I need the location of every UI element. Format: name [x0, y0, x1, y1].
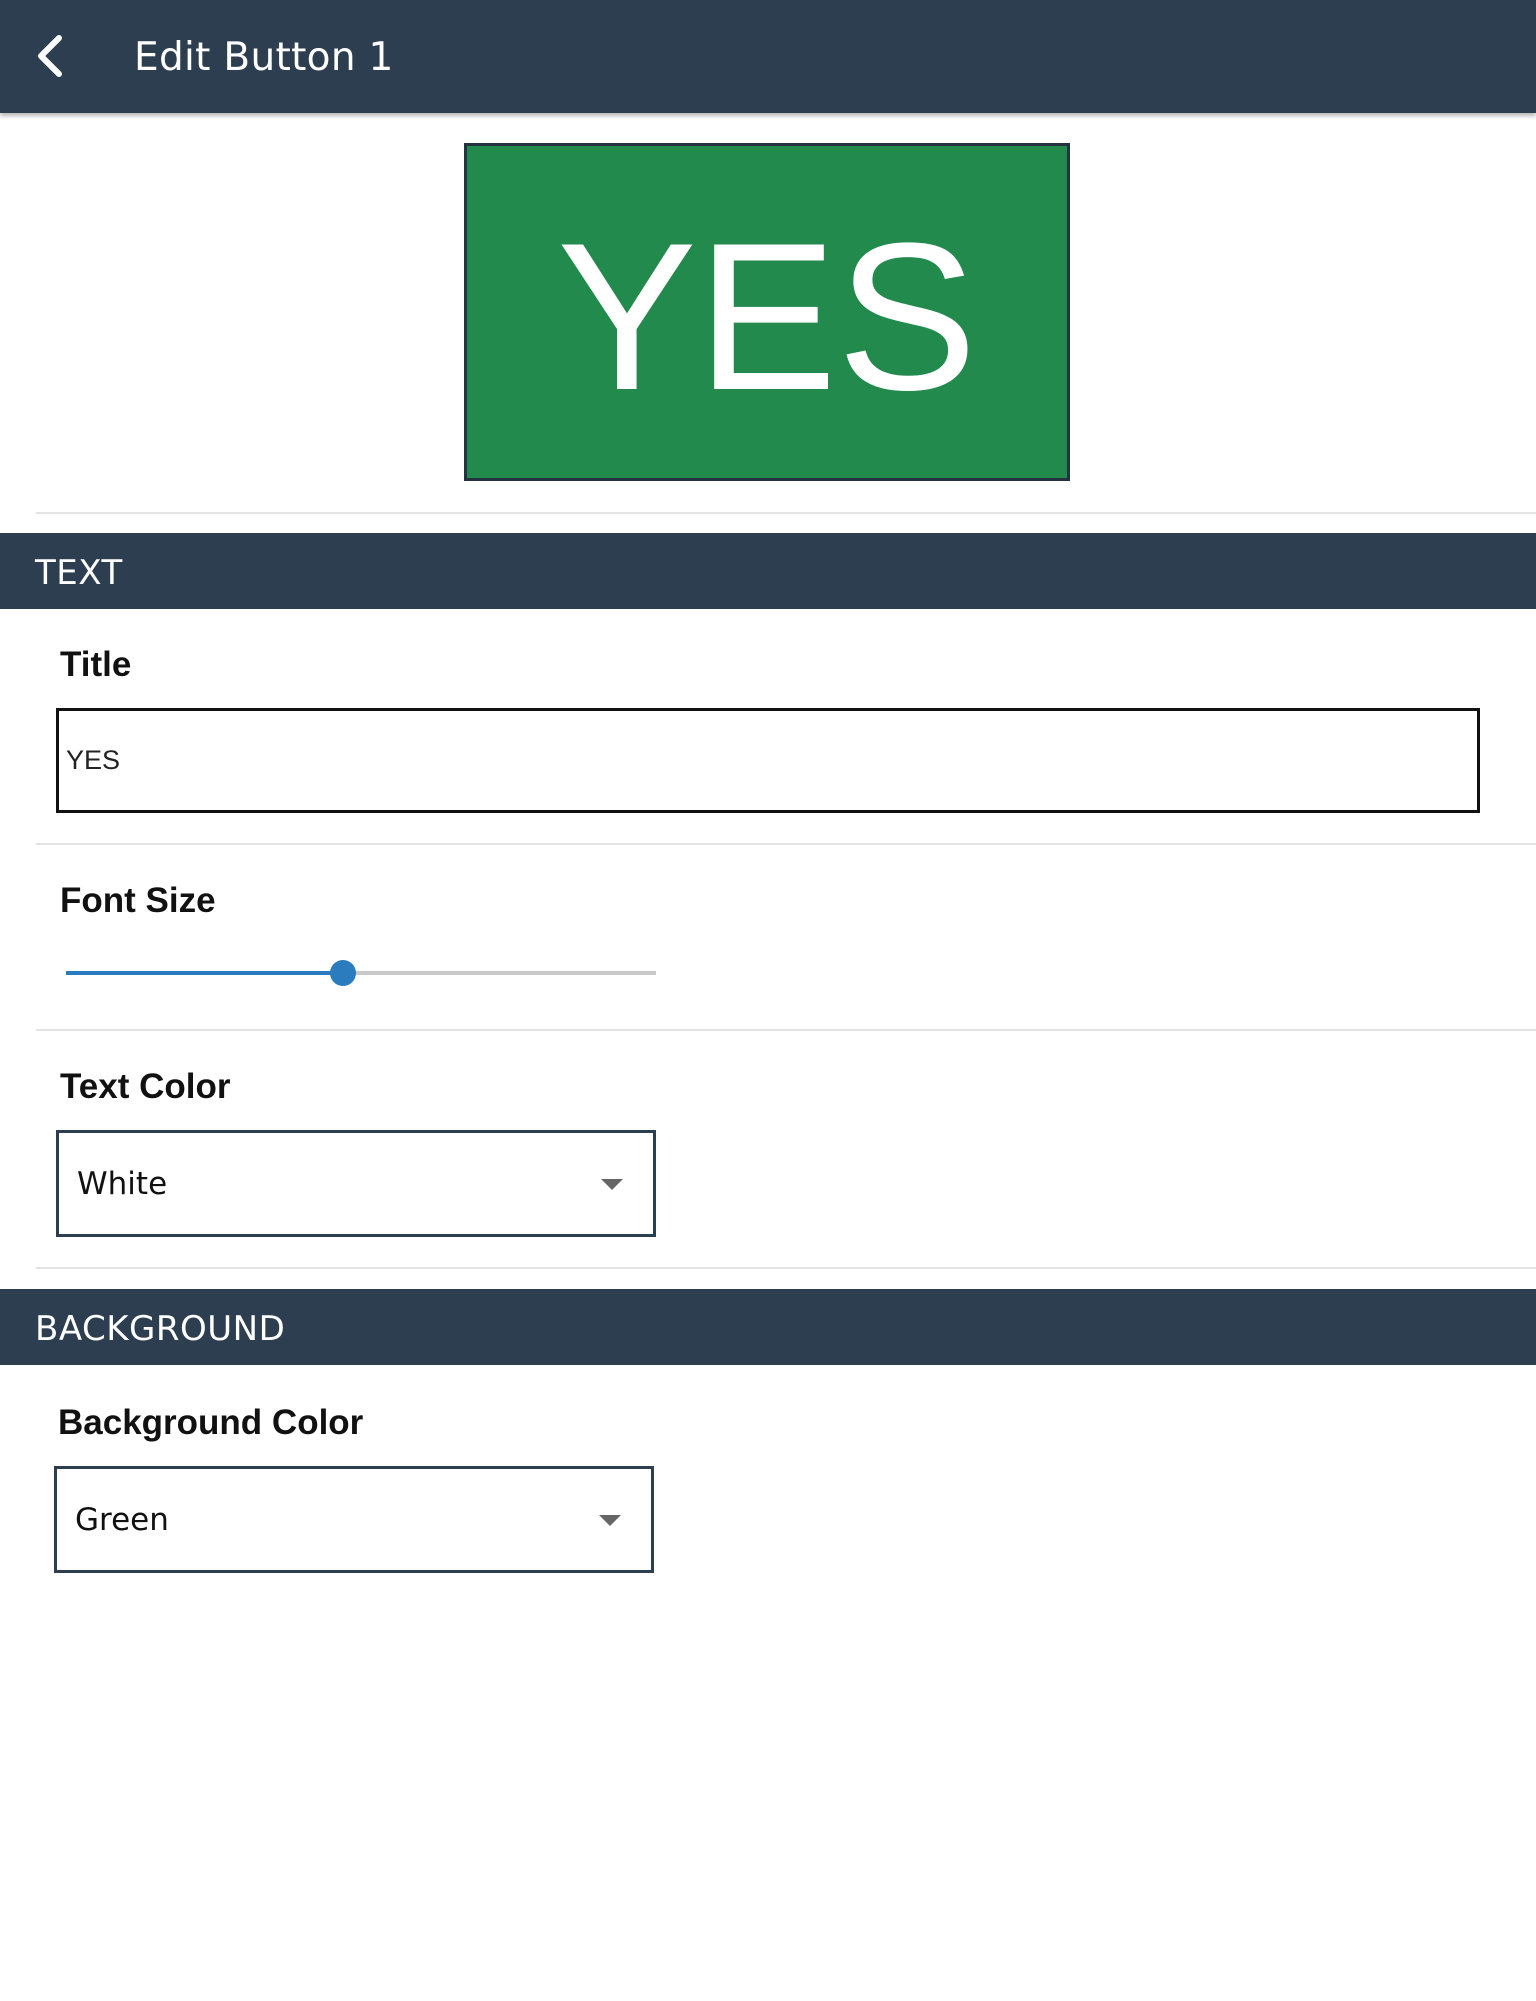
chevron-down-icon: [599, 1514, 621, 1526]
text-color-value: White: [77, 1165, 168, 1202]
divider: [36, 1029, 1536, 1031]
back-button[interactable]: [20, 22, 80, 90]
divider: [36, 512, 1536, 514]
section-header-label: BACKGROUND: [35, 1309, 286, 1349]
section-header-label: TEXT: [35, 553, 123, 593]
page-title: Edit Button 1: [134, 35, 394, 80]
section-header-background: BACKGROUND: [0, 1289, 1536, 1365]
chevron-down-icon: [601, 1178, 623, 1190]
text-color-select[interactable]: White: [56, 1130, 656, 1237]
background-color-select[interactable]: Green: [54, 1466, 654, 1573]
background-color-label: Background Color: [58, 1403, 364, 1442]
text-color-label: Text Color: [60, 1067, 231, 1106]
section-header-text: TEXT: [0, 533, 1536, 609]
slider-fill: [66, 971, 343, 975]
title-input[interactable]: [56, 708, 1480, 813]
divider: [36, 843, 1536, 845]
background-color-value: Green: [75, 1501, 169, 1538]
font-size-label: Font Size: [60, 881, 216, 920]
title-label: Title: [60, 645, 132, 684]
app-bar: Edit Button 1: [0, 0, 1536, 113]
chevron-left-icon: [38, 35, 62, 77]
button-preview-label: YES: [556, 199, 978, 434]
font-size-slider[interactable]: [66, 955, 656, 991]
divider: [36, 1267, 1536, 1269]
button-preview[interactable]: YES: [464, 143, 1070, 481]
slider-thumb[interactable]: [330, 960, 356, 986]
